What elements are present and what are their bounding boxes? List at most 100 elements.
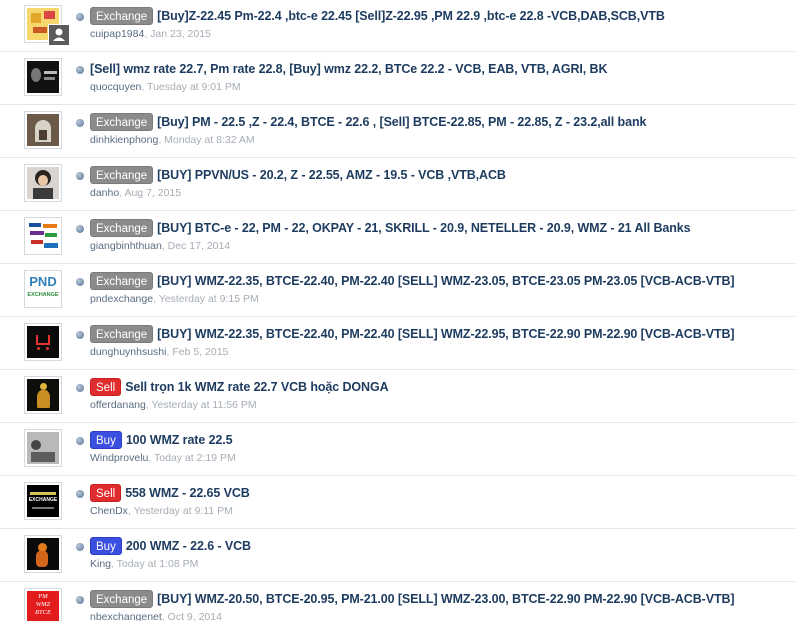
- user-silhouette-icon[interactable]: [48, 24, 70, 46]
- prefix-exchange-badge[interactable]: Exchange: [90, 272, 154, 290]
- thread-row[interactable]: PM WMZ BTCE Exchange [BUY] WMZ-20.50, BTCE-2…: [0, 583, 795, 621]
- thread-status-icon: [76, 66, 84, 74]
- avatar[interactable]: PM WMZ BTCE: [24, 588, 62, 621]
- thread-title-link[interactable]: [BUY] WMZ-22.35, BTCE-22.40, PM-22.40 [S…: [157, 274, 734, 288]
- avatar-text: WMZ: [35, 601, 51, 608]
- thread-title-line: Exchange [BUY] PPVN/US - 20.2, Z - 22.55,…: [90, 166, 506, 184]
- author-link[interactable]: ChenDx: [90, 505, 128, 517]
- prefix-sell-badge[interactable]: Sell: [90, 484, 122, 502]
- thread-title-link[interactable]: Sell trọn 1k WMZ rate 22.7 VCB hoặc DONG…: [125, 380, 388, 394]
- thread-row[interactable]: Exchange [BUY] PPVN/US - 20.2, Z - 22.55,…: [0, 159, 795, 211]
- avatar[interactable]: EXCHANGE: [24, 482, 62, 520]
- prefix-exchange-badge[interactable]: Exchange: [90, 590, 154, 608]
- avatar-text: BTCE: [35, 609, 51, 616]
- thread-title-link[interactable]: 100 WMZ rate 22.5: [126, 433, 233, 447]
- avatar[interactable]: [24, 535, 62, 573]
- prefix-exchange-badge[interactable]: Exchange: [90, 219, 154, 237]
- thread-title-link[interactable]: [BUY] BTC-e - 22, PM - 22, OKPAY - 21, S…: [157, 221, 690, 235]
- thread-date[interactable]: Oct 9, 2014: [168, 611, 222, 621]
- thread-title-link[interactable]: 200 WMZ - 22.6 - VCB: [126, 539, 251, 553]
- thread-date[interactable]: Jan 23, 2015: [150, 28, 211, 40]
- author-link[interactable]: King: [90, 558, 111, 570]
- thread-title-link[interactable]: [Buy] PM - 22.5 ,Z - 22.4, BTCE - 22.6 ,…: [157, 115, 646, 129]
- avatar-image: EXCHANGE: [27, 485, 59, 517]
- thread-title-link[interactable]: [BUY] WMZ-20.50, BTCE-20.95, PM-21.00 [S…: [157, 592, 734, 606]
- thread-row[interactable]: Exchange [Buy] PM - 22.5 ,Z - 22.4, BTCE …: [0, 106, 795, 158]
- thread-date[interactable]: Today at 2:19 PM: [154, 452, 236, 464]
- author-link[interactable]: giangbinhthuan: [90, 240, 162, 252]
- thread-status-icon: [76, 225, 84, 233]
- thread-title-line: Buy 100 WMZ rate 22.5: [90, 431, 233, 449]
- thread-date[interactable]: Tuesday at 9:01 PM: [147, 81, 241, 93]
- thread-row[interactable]: PND EXCHANGE Exchange [BUY] WMZ-22.35, BTCE…: [0, 265, 795, 317]
- avatar[interactable]: [24, 58, 62, 96]
- thread-meta: quocquyen, Tuesday at 9:01 PM: [90, 81, 241, 93]
- meta-separator: ,: [158, 134, 162, 146]
- prefix-exchange-badge[interactable]: Exchange: [90, 7, 154, 25]
- avatar-image: PM WMZ BTCE: [27, 591, 59, 621]
- thread-date[interactable]: Aug 7, 2015: [124, 187, 181, 199]
- thread-status-icon: [76, 596, 84, 604]
- thread-status-icon: [76, 331, 84, 339]
- thread-date[interactable]: Today at 1:08 PM: [117, 558, 199, 570]
- avatar[interactable]: [24, 429, 62, 467]
- avatar[interactable]: [24, 323, 62, 361]
- thread-meta: danho, Aug 7, 2015: [90, 187, 181, 199]
- thread-meta: nbexchangenet, Oct 9, 2014: [90, 611, 222, 621]
- avatar[interactable]: [24, 111, 62, 149]
- thread-list: Exchange [Buy]Z-22.45 Pm-22.4 ,btc-e 22.4…: [0, 0, 795, 621]
- author-link[interactable]: nbexchangenet: [90, 611, 162, 621]
- prefix-exchange-badge[interactable]: Exchange: [90, 113, 154, 131]
- avatar-text: PND: [29, 274, 57, 289]
- thread-row[interactable]: Sell Sell trọn 1k WMZ rate 22.7 VCB hoặc …: [0, 371, 795, 423]
- thread-row[interactable]: Buy 100 WMZ rate 22.5 Windprovelu, Today a…: [0, 424, 795, 476]
- author-link[interactable]: pndexchange: [90, 293, 153, 305]
- thread-date[interactable]: Feb 5, 2015: [172, 346, 228, 358]
- thread-date[interactable]: Yesterday at 11:56 PM: [152, 399, 257, 411]
- avatar[interactable]: PND EXCHANGE: [24, 270, 62, 308]
- prefix-sell-badge[interactable]: Sell: [90, 378, 122, 396]
- author-link[interactable]: quocquyen: [90, 81, 141, 93]
- meta-separator: ,: [119, 187, 123, 199]
- avatar[interactable]: [24, 376, 62, 414]
- thread-title-link[interactable]: [Buy]Z-22.45 Pm-22.4 ,btc-e 22.45 [Sell]…: [157, 9, 665, 23]
- author-link[interactable]: danho: [90, 187, 119, 199]
- thread-status-icon: [76, 13, 84, 21]
- thread-status-icon: [76, 437, 84, 445]
- thread-date[interactable]: Dec 17, 2014: [168, 240, 230, 252]
- author-link[interactable]: offerdanang: [90, 399, 146, 411]
- prefix-buy-badge[interactable]: Buy: [90, 431, 122, 449]
- thread-meta: cuipap1984, Jan 23, 2015: [90, 28, 211, 40]
- thread-title-link[interactable]: [BUY] WMZ-22.35, BTCE-22.40, PM-22.40 [S…: [157, 327, 734, 341]
- thread-date[interactable]: Yesterday at 9:15 PM: [159, 293, 259, 305]
- thread-row[interactable]: Exchange [BUY] WMZ-22.35, BTCE-22.40, PM-…: [0, 318, 795, 370]
- thread-row[interactable]: [Sell] wmz rate 22.7, Pm rate 22.8, [Buy…: [0, 53, 795, 105]
- thread-title-link[interactable]: 558 WMZ - 22.65 VCB: [125, 486, 250, 500]
- thread-meta: King, Today at 1:08 PM: [90, 558, 198, 570]
- author-link[interactable]: dinhkienphong: [90, 134, 158, 146]
- thread-row[interactable]: Exchange [Buy]Z-22.45 Pm-22.4 ,btc-e 22.4…: [0, 0, 795, 52]
- thread-title-line: Exchange [BUY] WMZ-22.35, BTCE-22.40, PM-…: [90, 325, 735, 343]
- thread-status-icon: [76, 172, 84, 180]
- thread-title-line: Buy 200 WMZ - 22.6 - VCB: [90, 537, 251, 555]
- thread-row[interactable]: Buy 200 WMZ - 22.6 - VCB King, Today at 1:…: [0, 530, 795, 582]
- prefix-buy-badge[interactable]: Buy: [90, 537, 122, 555]
- thread-status-icon: [76, 119, 84, 127]
- thread-row[interactable]: Exchange [BUY] BTC-e - 22, PM - 22, OKPAY…: [0, 212, 795, 264]
- avatar-image: [27, 220, 59, 252]
- thread-row[interactable]: EXCHANGE Sell 558 WMZ - 22.65 VCB ChenDx, Y…: [0, 477, 795, 529]
- thread-title-link[interactable]: [Sell] wmz rate 22.7, Pm rate 22.8, [Buy…: [90, 62, 607, 76]
- author-link[interactable]: dunghuynhsushi: [90, 346, 166, 358]
- prefix-exchange-badge[interactable]: Exchange: [90, 166, 154, 184]
- meta-separator: ,: [153, 293, 156, 305]
- meta-separator: ,: [111, 558, 114, 570]
- avatar[interactable]: [24, 217, 62, 255]
- prefix-exchange-badge[interactable]: Exchange: [90, 325, 154, 343]
- avatar[interactable]: [24, 164, 62, 202]
- thread-status-icon: [76, 490, 84, 498]
- thread-date[interactable]: Yesterday at 9:11 PM: [134, 505, 233, 517]
- author-link[interactable]: cuipap1984: [90, 28, 144, 40]
- author-link[interactable]: Windprovelu: [90, 452, 148, 464]
- thread-date[interactable]: Monday at 8:32 AM: [164, 134, 254, 146]
- thread-title-link[interactable]: [BUY] PPVN/US - 20.2, Z - 22.55, AMZ - 1…: [157, 168, 506, 182]
